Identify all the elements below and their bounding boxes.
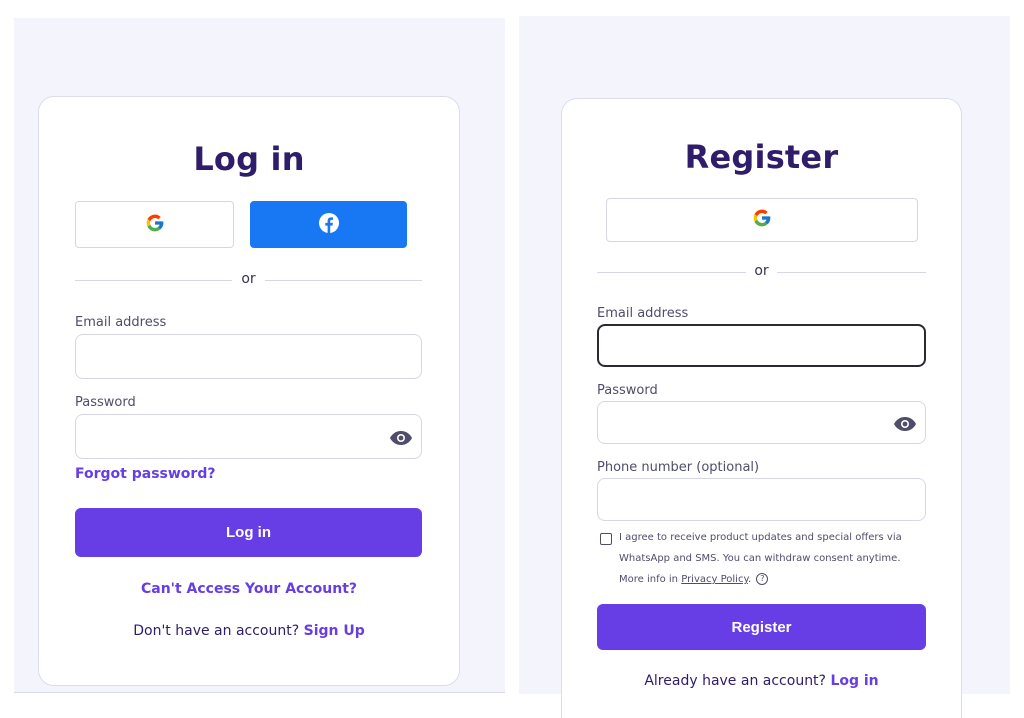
google-icon xyxy=(752,208,772,232)
email-input[interactable] xyxy=(599,326,924,365)
phone-input[interactable] xyxy=(598,479,925,520)
phone-field[interactable] xyxy=(597,478,926,521)
privacy-policy-link[interactable]: Privacy Policy xyxy=(681,574,748,585)
consent-text: I agree to receive product updates and s… xyxy=(619,527,925,590)
password-input[interactable] xyxy=(598,402,925,443)
password-label: Password xyxy=(597,383,658,398)
google-login-button[interactable] xyxy=(75,201,234,248)
google-register-button[interactable] xyxy=(606,198,918,242)
email-label: Email address xyxy=(75,315,167,330)
consent-period: . xyxy=(747,574,752,585)
signup-prompt: Don't have an account? Sign Up xyxy=(38,623,460,639)
divider-or: or xyxy=(754,263,769,279)
password-field[interactable] xyxy=(597,401,926,444)
email-label: Email address xyxy=(597,306,689,321)
signup-link[interactable]: Sign Up xyxy=(304,623,365,639)
signup-prompt-text: Don't have an account? xyxy=(133,623,300,639)
eye-icon[interactable] xyxy=(390,430,412,445)
login-title: Log in xyxy=(193,140,305,178)
divider-line-left xyxy=(597,272,746,273)
divider-line-right xyxy=(777,272,926,273)
register-button[interactable]: Register xyxy=(597,604,926,650)
email-input[interactable] xyxy=(76,335,421,378)
divider-line-right xyxy=(265,280,422,281)
login-prompt: Already have an account? Log in xyxy=(561,673,962,689)
eye-icon[interactable] xyxy=(894,416,916,431)
email-field[interactable] xyxy=(75,334,422,379)
divider-or: or xyxy=(241,271,256,287)
question-circle-icon[interactable]: ? xyxy=(756,573,769,585)
email-field[interactable] xyxy=(597,324,926,367)
login-link[interactable]: Log in xyxy=(830,673,878,689)
phone-label: Phone number (optional) xyxy=(597,460,760,475)
login-card xyxy=(38,96,460,686)
facebook-icon xyxy=(318,212,339,237)
password-field[interactable] xyxy=(75,414,422,459)
register-title: Register xyxy=(684,138,839,176)
login-prompt-text: Already have an account? xyxy=(644,673,826,689)
password-input[interactable] xyxy=(76,415,421,458)
google-icon xyxy=(145,213,165,237)
password-label: Password xyxy=(75,395,136,410)
login-button[interactable]: Log in xyxy=(75,508,422,557)
facebook-login-button[interactable] xyxy=(250,201,407,248)
forgot-password-link[interactable]: Forgot password? xyxy=(75,466,215,482)
consent-checkbox[interactable] xyxy=(600,533,612,545)
cant-access-account-link[interactable]: Can't Access Your Account? xyxy=(38,581,460,597)
divider-line-left xyxy=(75,280,232,281)
